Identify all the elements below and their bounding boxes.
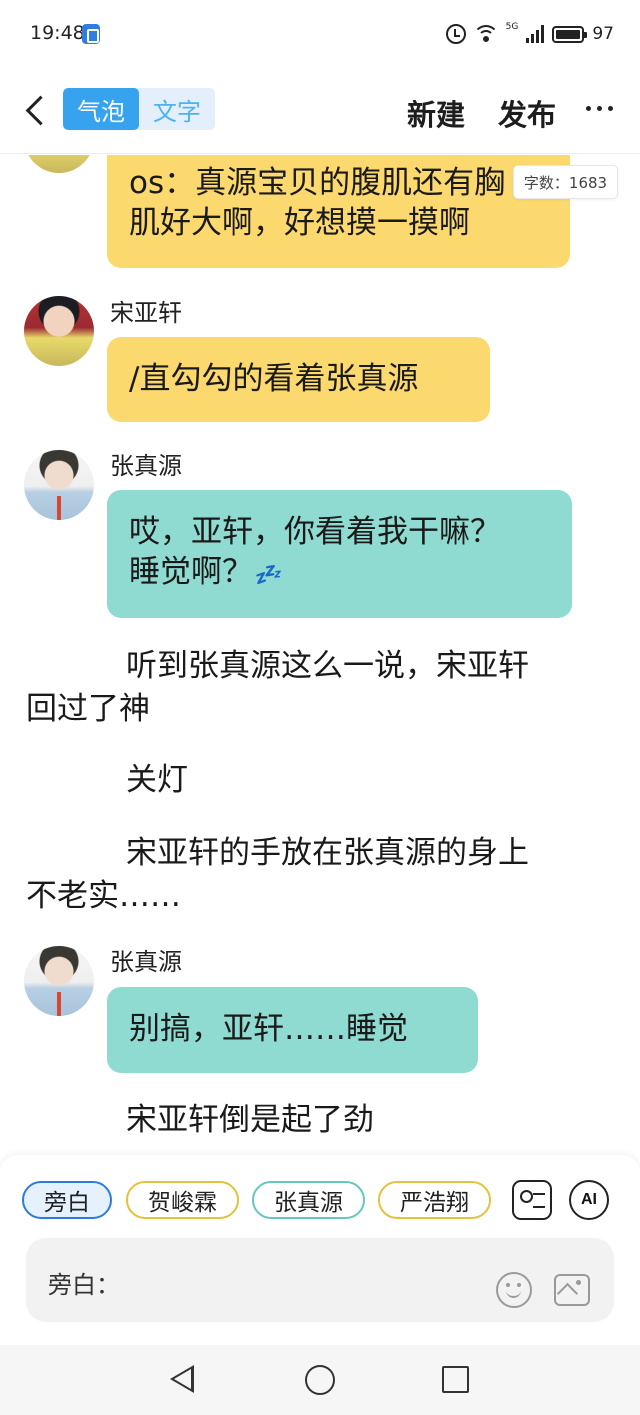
- narration-text[interactable]: 听到张真源这么一说，宋亚轩 回过了神: [26, 645, 606, 731]
- role-chip-he-junlin[interactable]: 贺峻霖: [126, 1181, 239, 1219]
- alarm-icon: [445, 24, 466, 44]
- more-icon[interactable]: [586, 106, 616, 114]
- narration-text[interactable]: 关灯: [126, 759, 188, 802]
- nav-recents-icon[interactable]: [442, 1366, 469, 1393]
- role-chip-narrator[interactable]: 旁白: [22, 1181, 112, 1219]
- speaker-name: 宋亚轩: [110, 299, 182, 327]
- new-button[interactable]: 新建: [407, 92, 465, 134]
- message-text: 哎，亚轩，你看着我干嘛？: [129, 514, 501, 550]
- role-chip-yan-haoxiang[interactable]: 严浩翔: [378, 1181, 491, 1219]
- image-icon[interactable]: [554, 1274, 590, 1306]
- emoji-icon[interactable]: [496, 1272, 532, 1308]
- chat-bubble[interactable]: /直勾勾的看着张真源: [107, 337, 490, 422]
- zzz-emoji: 💤: [253, 563, 281, 588]
- ai-button[interactable]: AI: [569, 1180, 609, 1220]
- word-count-badge: 字数：1683: [513, 165, 618, 199]
- status-icons: 5G 97: [445, 20, 614, 48]
- app-notification-icon: [82, 24, 100, 44]
- top-bar: 气泡 文字 新建 发布: [0, 70, 640, 154]
- chat-bubble[interactable]: 别搞，亚轩……睡觉: [107, 987, 478, 1073]
- input-role-label: 旁白：: [48, 1271, 120, 1299]
- message-text: 别搞，亚轩……睡觉: [129, 1011, 408, 1047]
- speaker-name: 张真源: [110, 452, 182, 480]
- chat-area[interactable]: os：真源宝贝的腹肌还有胸 肌好大啊，好想摸一摸啊 字数：1683 宋亚轩 /直…: [0, 155, 640, 1155]
- role-chip-zhang-zhenyuan[interactable]: 张真源: [252, 1181, 365, 1219]
- message-text: 睡觉啊？💤: [129, 554, 281, 590]
- chat-bubble[interactable]: 哎，亚轩，你看着我干嘛？ 睡觉啊？💤: [107, 490, 572, 618]
- mode-toggle: 气泡 文字: [63, 88, 215, 130]
- message-text: 肌好大啊，好想摸一摸啊: [129, 205, 470, 241]
- wifi-icon: [473, 25, 498, 43]
- message-input[interactable]: 旁白：: [26, 1238, 614, 1322]
- nav-back-icon[interactable]: [170, 1365, 194, 1393]
- status-time: 19:48: [30, 22, 85, 44]
- message-text: os：真源宝贝的腹肌还有胸: [129, 165, 506, 201]
- avatar[interactable]: [24, 155, 94, 173]
- system-nav-bar: [0, 1345, 640, 1415]
- avatar[interactable]: [24, 946, 94, 1016]
- input-panel: 旁白 贺峻霖 张真源 严浩翔 AI 旁白：: [0, 1155, 640, 1345]
- narration-text[interactable]: 宋亚轩倒是起了劲: [126, 1099, 374, 1142]
- chat-bubble[interactable]: os：真源宝贝的腹肌还有胸 肌好大啊，好想摸一摸啊: [107, 155, 570, 268]
- battery-percent: 97: [592, 24, 614, 44]
- character-list-icon[interactable]: [512, 1180, 552, 1220]
- back-icon[interactable]: [22, 92, 46, 132]
- speaker-name: 张真源: [110, 948, 182, 976]
- avatar[interactable]: [24, 450, 94, 520]
- status-bar: 19:48 5G 97: [0, 0, 640, 70]
- battery-icon: [552, 25, 588, 43]
- message-text: /直勾勾的看着张真源: [129, 361, 419, 397]
- tab-bubble[interactable]: 气泡: [63, 88, 139, 130]
- narration-text[interactable]: 宋亚轩的手放在张真源的身上 不老实……: [26, 832, 606, 918]
- signal-icon: [526, 25, 545, 43]
- avatar[interactable]: [24, 296, 94, 366]
- tab-text[interactable]: 文字: [139, 88, 215, 130]
- nav-home-icon[interactable]: [305, 1365, 335, 1395]
- publish-button[interactable]: 发布: [498, 92, 556, 134]
- network-type-label: 5G: [505, 22, 519, 32]
